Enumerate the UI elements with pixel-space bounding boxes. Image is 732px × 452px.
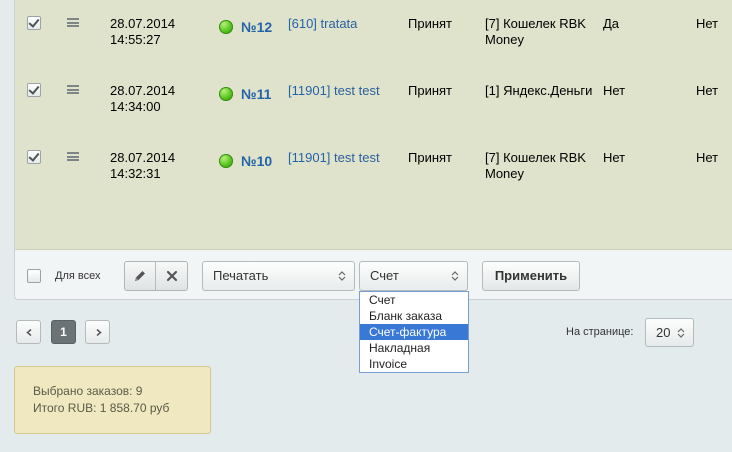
other-flag: Нет bbox=[696, 16, 719, 31]
dropdown-option[interactable]: Invoice bbox=[360, 356, 468, 372]
chevron-right-icon bbox=[96, 329, 102, 336]
selection-summary: Выбрано заказов: 9 Итого RUB: 1 858.70 р… bbox=[14, 366, 211, 434]
table-row: 28.07.2014 14:34:00 №11 [11901] test tes… bbox=[15, 67, 732, 134]
current-page[interactable]: 1 bbox=[51, 320, 76, 344]
next-page-button[interactable] bbox=[85, 320, 110, 344]
buyer-name: tratata bbox=[320, 16, 358, 31]
order-number-link[interactable]: №12 bbox=[241, 19, 272, 35]
dropdown-option-highlighted[interactable]: Счет-фактура bbox=[360, 324, 468, 340]
buyer-name: test test bbox=[334, 150, 380, 165]
order-date: 28.07.2014 14:32:31 bbox=[110, 150, 176, 181]
print-select-value: Печатать bbox=[213, 268, 269, 283]
chevron-left-icon bbox=[26, 329, 32, 336]
drag-handle-icon[interactable] bbox=[67, 18, 79, 27]
buyer-id: [11901] bbox=[288, 83, 331, 98]
order-status: Принят bbox=[408, 150, 453, 165]
drag-handle-icon[interactable] bbox=[67, 85, 79, 94]
status-dot-icon bbox=[219, 20, 233, 34]
select-all-checkbox[interactable] bbox=[27, 269, 41, 283]
dropdown-option[interactable]: Накладная bbox=[360, 340, 468, 356]
row-checkbox[interactable] bbox=[27, 83, 41, 97]
payment-system: [1] Яндекс.Деньги bbox=[485, 83, 593, 98]
status-dot-icon bbox=[219, 154, 233, 168]
order-date: 28.07.2014 14:34:00 bbox=[110, 83, 176, 114]
select-arrows-icon bbox=[677, 328, 685, 338]
selected-count: Выбрано заказов: 9 bbox=[33, 384, 143, 398]
order-date: 28.07.2014 14:55:27 bbox=[110, 16, 176, 47]
per-page-select[interactable]: 20 bbox=[645, 318, 694, 347]
order-status: Принят bbox=[408, 83, 453, 98]
print-select[interactable]: Печатать bbox=[202, 261, 355, 291]
delete-button[interactable] bbox=[157, 262, 188, 290]
edit-delete-group bbox=[124, 261, 188, 291]
orders-table: 28.07.2014 14:55:27 №12 [610] tratata Пр… bbox=[15, 0, 732, 250]
per-page-value: 20 bbox=[656, 325, 671, 340]
order-number-link[interactable]: №11 bbox=[241, 86, 271, 102]
row-checkbox[interactable] bbox=[27, 16, 41, 30]
order-number-link[interactable]: №10 bbox=[241, 153, 272, 169]
per-page-label: На странице: bbox=[566, 326, 634, 338]
buyer-name: test test bbox=[334, 83, 380, 98]
buyer-id: [610] bbox=[288, 16, 317, 31]
prev-page-button[interactable] bbox=[16, 320, 41, 344]
edit-button[interactable] bbox=[125, 262, 156, 290]
row-checkbox[interactable] bbox=[27, 150, 41, 164]
paid-flag: Нет bbox=[603, 150, 626, 165]
order-status: Принят bbox=[408, 16, 453, 31]
buyer-link[interactable]: [11901] test test bbox=[288, 150, 380, 165]
payment-system: [7] Кошелек RBK Money bbox=[485, 150, 586, 181]
document-select[interactable]: Счет bbox=[359, 261, 468, 291]
paid-flag: Нет bbox=[603, 83, 626, 98]
select-arrows-icon bbox=[451, 271, 459, 281]
table-row: 28.07.2014 14:55:27 №12 [610] tratata Пр… bbox=[15, 0, 732, 67]
buyer-link[interactable]: [610] tratata bbox=[288, 16, 357, 31]
document-dropdown: Счет Бланк заказа Счет-фактура Накладная… bbox=[359, 291, 469, 373]
other-flag: Нет bbox=[696, 150, 719, 165]
selected-total: Итого RUB: 1 858.70 руб bbox=[33, 401, 170, 415]
orders-panel: 28.07.2014 14:55:27 №12 [610] tratata Пр… bbox=[14, 0, 732, 300]
table-row: 28.07.2014 14:32:31 №10 [11901] test tes… bbox=[15, 134, 732, 201]
pencil-icon bbox=[135, 271, 145, 281]
buyer-link[interactable]: [11901] test test bbox=[288, 83, 380, 98]
other-flag: Нет bbox=[696, 83, 719, 98]
paid-flag: Да bbox=[603, 16, 620, 31]
for-all-label: Для всех bbox=[55, 270, 101, 282]
dropdown-option[interactable]: Счет bbox=[360, 292, 468, 308]
status-dot-icon bbox=[219, 87, 233, 101]
apply-button[interactable]: Применить bbox=[482, 261, 580, 291]
dropdown-option[interactable]: Бланк заказа bbox=[360, 308, 468, 324]
payment-system: [7] Кошелек RBK Money bbox=[485, 16, 586, 47]
document-select-value: Счет bbox=[370, 268, 399, 283]
select-arrows-icon bbox=[338, 271, 346, 281]
buyer-id: [11901] bbox=[288, 150, 331, 165]
close-icon bbox=[166, 270, 178, 282]
drag-handle-icon[interactable] bbox=[67, 152, 79, 161]
